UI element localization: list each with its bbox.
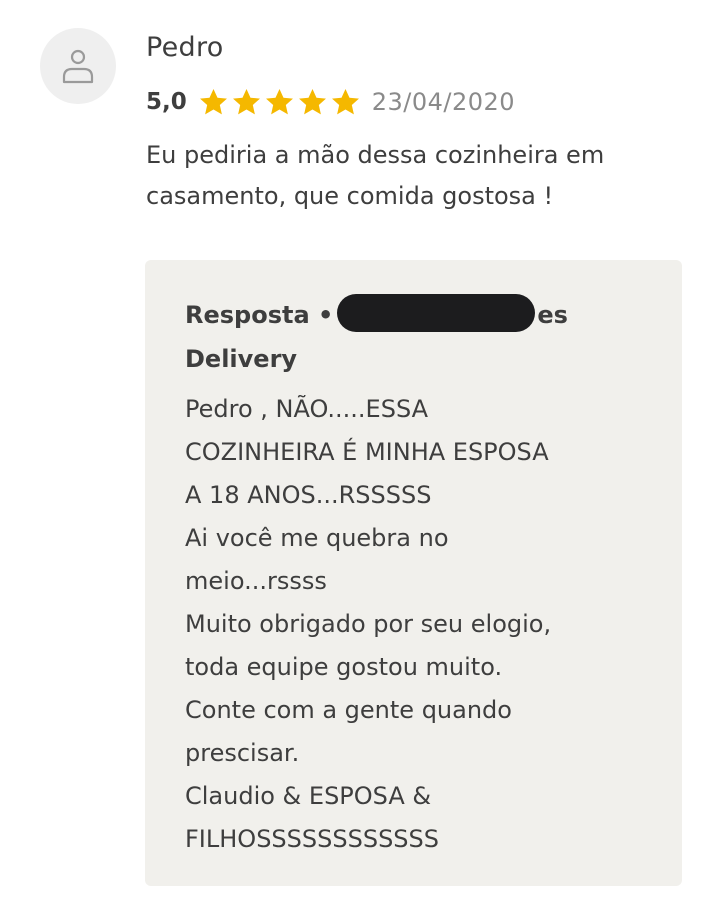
merchant-reply: Resposta • es Delivery Pedro , NÃO.....ESS… [145,260,682,886]
merchant-name-suffix: es [537,301,568,329]
reply-text: Pedro , NÃO.....ESSA COZINHEIRA É MINHA … [185,395,552,853]
star-icon [230,86,263,119]
reply-header: Resposta • es Delivery [185,293,645,381]
avatar [40,28,116,104]
star-icon [329,86,362,119]
reply-separator: • [318,301,334,329]
rating-row: 5,0 23/04/2020 [146,84,515,120]
star-icon [296,86,329,119]
star-icon [197,86,230,119]
star-icon [263,86,296,119]
reviewer-name: Pedro [146,32,224,63]
review-date: 23/04/2020 [371,88,516,116]
star-rating [197,86,362,119]
rating-value: 5,0 [146,89,187,115]
reply-label: Resposta [185,301,310,329]
redacted-merchant-name [337,294,536,332]
user-icon [62,49,94,84]
merchant-name-line2: Delivery [185,345,298,373]
review-text: Eu pediria a mão dessa cozinheira em cas… [146,141,605,210]
